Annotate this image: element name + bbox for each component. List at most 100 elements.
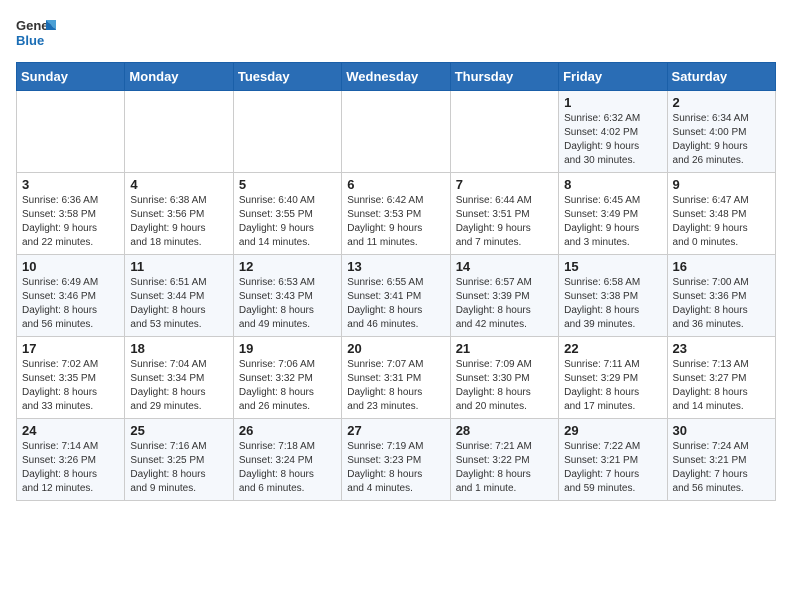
day-number: 19: [239, 341, 336, 356]
calendar-cell: 18 Sunrise: 7:04 AMSunset: 3:34 PMDayligh…: [125, 337, 233, 419]
calendar-cell: 26 Sunrise: 7:18 AMSunset: 3:24 PMDayligh…: [233, 419, 341, 501]
day-number: 2: [673, 95, 770, 110]
day-number: 9: [673, 177, 770, 192]
day-number: 17: [22, 341, 119, 356]
day-info: Sunrise: 6:45 AMSunset: 3:49 PMDaylight:…: [564, 194, 661, 250]
calendar-cell: 24Sunrise: 7:14 AMSunset: 3:26 PMDayligh…: [17, 419, 125, 501]
svg-text:Blue: Blue: [16, 33, 44, 48]
header-monday: Monday: [125, 63, 233, 91]
logo: General Blue: [16, 16, 56, 52]
calendar-cell: 12 Sunrise: 6:53 AMSunset: 3:43 PMDayligh…: [233, 255, 341, 337]
calendar-cell: 6 Sunrise: 6:42 AMSunset: 3:53 PMDaylight…: [342, 173, 450, 255]
day-info: Sunrise: 6:47 AMSunset: 3:48 PMDaylight:…: [673, 194, 770, 250]
day-number: 11: [130, 259, 227, 274]
calendar-cell: 23 Sunrise: 7:13 AMSunset: 3:27 PMDayligh…: [667, 337, 775, 419]
header-tuesday: Tuesday: [233, 63, 341, 91]
day-number: 24: [22, 423, 119, 438]
calendar-week-3: 10 Sunrise: 6:49 AMSunset: 3:46 PMDayligh…: [17, 255, 776, 337]
day-info: Sunrise: 6:32 AMSunset: 4:02 PMDaylight:…: [564, 112, 661, 168]
calendar-week-1: 1Sunrise: 6:32 AMSunset: 4:02 PMDaylight…: [17, 91, 776, 173]
calendar-cell: [450, 91, 558, 173]
header-saturday: Saturday: [667, 63, 775, 91]
day-number: 3: [22, 177, 119, 192]
calendar-cell: 20Sunrise: 7:07 AMSunset: 3:31 PMDayligh…: [342, 337, 450, 419]
day-number: 29: [564, 423, 661, 438]
day-number: 8: [564, 177, 661, 192]
calendar-cell: 10 Sunrise: 6:49 AMSunset: 3:46 PMDayligh…: [17, 255, 125, 337]
day-info: Sunrise: 6:36 AMSunset: 3:58 PMDaylight:…: [22, 194, 119, 250]
calendar-week-5: 24Sunrise: 7:14 AMSunset: 3:26 PMDayligh…: [17, 419, 776, 501]
day-info: Sunrise: 7:02 AMSunset: 3:35 PMDaylight:…: [22, 358, 119, 414]
header-friday: Friday: [559, 63, 667, 91]
day-info: Sunrise: 6:55 AMSunset: 3:41 PMDaylight:…: [347, 276, 444, 332]
day-info: Sunrise: 7:21 AMSunset: 3:22 PMDaylight:…: [456, 440, 553, 496]
day-number: 4: [130, 177, 227, 192]
calendar-table: SundayMondayTuesdayWednesdayThursdayFrid…: [16, 62, 776, 501]
day-number: 22: [564, 341, 661, 356]
day-info: Sunrise: 6:57 AMSunset: 3:39 PMDaylight:…: [456, 276, 553, 332]
day-info: Sunrise: 7:09 AMSunset: 3:30 PMDaylight:…: [456, 358, 553, 414]
calendar-header-row: SundayMondayTuesdayWednesdayThursdayFrid…: [17, 63, 776, 91]
calendar-cell: 22 Sunrise: 7:11 AMSunset: 3:29 PMDayligh…: [559, 337, 667, 419]
calendar-cell: 16Sunrise: 7:00 AMSunset: 3:36 PMDayligh…: [667, 255, 775, 337]
day-info: Sunrise: 6:44 AMSunset: 3:51 PMDaylight:…: [456, 194, 553, 250]
calendar-cell: 5 Sunrise: 6:40 AMSunset: 3:55 PMDaylight…: [233, 173, 341, 255]
day-info: Sunrise: 7:13 AMSunset: 3:27 PMDaylight:…: [673, 358, 770, 414]
day-number: 12: [239, 259, 336, 274]
day-number: 23: [673, 341, 770, 356]
day-number: 10: [22, 259, 119, 274]
day-info: Sunrise: 7:19 AMSunset: 3:23 PMDaylight:…: [347, 440, 444, 496]
calendar-cell: 17 Sunrise: 7:02 AMSunset: 3:35 PMDayligh…: [17, 337, 125, 419]
calendar-cell: 14Sunrise: 6:57 AMSunset: 3:39 PMDayligh…: [450, 255, 558, 337]
day-info: Sunrise: 7:16 AMSunset: 3:25 PMDaylight:…: [130, 440, 227, 496]
day-number: 6: [347, 177, 444, 192]
day-info: Sunrise: 7:04 AMSunset: 3:34 PMDaylight:…: [130, 358, 227, 414]
day-info: Sunrise: 7:07 AMSunset: 3:31 PMDaylight:…: [347, 358, 444, 414]
calendar-cell: 7 Sunrise: 6:44 AMSunset: 3:51 PMDaylight…: [450, 173, 558, 255]
calendar-week-4: 17 Sunrise: 7:02 AMSunset: 3:35 PMDayligh…: [17, 337, 776, 419]
day-number: 27: [347, 423, 444, 438]
calendar-cell: 3 Sunrise: 6:36 AMSunset: 3:58 PMDaylight…: [17, 173, 125, 255]
day-number: 5: [239, 177, 336, 192]
calendar-cell: [342, 91, 450, 173]
day-info: Sunrise: 7:18 AMSunset: 3:24 PMDaylight:…: [239, 440, 336, 496]
day-info: Sunrise: 7:11 AMSunset: 3:29 PMDaylight:…: [564, 358, 661, 414]
calendar-cell: 4 Sunrise: 6:38 AMSunset: 3:56 PMDaylight…: [125, 173, 233, 255]
calendar-cell: 9 Sunrise: 6:47 AMSunset: 3:48 PMDaylight…: [667, 173, 775, 255]
calendar-cell: 11 Sunrise: 6:51 AMSunset: 3:44 PMDayligh…: [125, 255, 233, 337]
calendar-cell: [233, 91, 341, 173]
calendar-cell: 2 Sunrise: 6:34 AMSunset: 4:00 PMDaylight…: [667, 91, 775, 173]
header-thursday: Thursday: [450, 63, 558, 91]
calendar-cell: 8 Sunrise: 6:45 AMSunset: 3:49 PMDaylight…: [559, 173, 667, 255]
day-number: 25: [130, 423, 227, 438]
day-info: Sunrise: 6:53 AMSunset: 3:43 PMDaylight:…: [239, 276, 336, 332]
day-info: Sunrise: 6:51 AMSunset: 3:44 PMDaylight:…: [130, 276, 227, 332]
day-info: Sunrise: 7:00 AMSunset: 3:36 PMDaylight:…: [673, 276, 770, 332]
calendar-cell: 19 Sunrise: 7:06 AMSunset: 3:32 PMDayligh…: [233, 337, 341, 419]
day-info: Sunrise: 6:40 AMSunset: 3:55 PMDaylight:…: [239, 194, 336, 250]
header-wednesday: Wednesday: [342, 63, 450, 91]
calendar-cell: 21 Sunrise: 7:09 AMSunset: 3:30 PMDayligh…: [450, 337, 558, 419]
day-info: Sunrise: 6:34 AMSunset: 4:00 PMDaylight:…: [673, 112, 770, 168]
day-number: 26: [239, 423, 336, 438]
calendar-cell: 27 Sunrise: 7:19 AMSunset: 3:23 PMDayligh…: [342, 419, 450, 501]
day-info: Sunrise: 6:58 AMSunset: 3:38 PMDaylight:…: [564, 276, 661, 332]
calendar-cell: [125, 91, 233, 173]
day-number: 7: [456, 177, 553, 192]
header-sunday: Sunday: [17, 63, 125, 91]
day-number: 15: [564, 259, 661, 274]
day-info: Sunrise: 6:42 AMSunset: 3:53 PMDaylight:…: [347, 194, 444, 250]
day-number: 21: [456, 341, 553, 356]
logo-svg: General Blue: [16, 16, 56, 52]
day-number: 18: [130, 341, 227, 356]
day-info: Sunrise: 7:06 AMSunset: 3:32 PMDaylight:…: [239, 358, 336, 414]
page-header: General Blue: [16, 16, 776, 52]
day-info: Sunrise: 6:49 AMSunset: 3:46 PMDaylight:…: [22, 276, 119, 332]
calendar-cell: 28Sunrise: 7:21 AMSunset: 3:22 PMDayligh…: [450, 419, 558, 501]
calendar-cell: 29Sunrise: 7:22 AMSunset: 3:21 PMDayligh…: [559, 419, 667, 501]
calendar-cell: 15 Sunrise: 6:58 AMSunset: 3:38 PMDayligh…: [559, 255, 667, 337]
day-info: Sunrise: 7:24 AMSunset: 3:21 PMDaylight:…: [673, 440, 770, 496]
day-number: 13: [347, 259, 444, 274]
calendar-cell: 1Sunrise: 6:32 AMSunset: 4:02 PMDaylight…: [559, 91, 667, 173]
day-info: Sunrise: 6:38 AMSunset: 3:56 PMDaylight:…: [130, 194, 227, 250]
